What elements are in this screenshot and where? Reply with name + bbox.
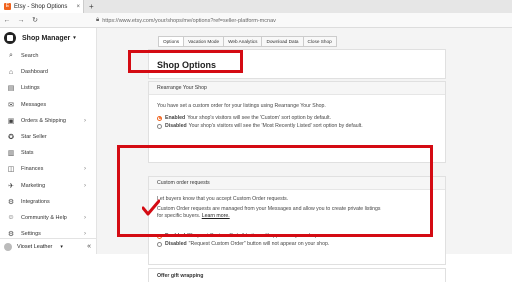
chevron-right-icon: ›	[84, 166, 86, 173]
sidebar-item-label: Orders & Shipping	[21, 117, 66, 124]
new-tab-button[interactable]: +	[89, 2, 94, 11]
shop-manager-title: Shop Manager	[22, 34, 71, 42]
custom-order-highlight-box	[117, 145, 433, 237]
options-tabs: Options Vacation Mode Web Analytics Downloa…	[158, 36, 337, 47]
community-icon: ☺	[7, 214, 15, 222]
stats-icon: ▥	[7, 150, 15, 158]
sidebar-item-label: Stats	[21, 150, 34, 157]
collapse-sidebar-icon[interactable]: «	[87, 243, 91, 250]
reload-button[interactable]: ↻	[28, 16, 42, 24]
browser-navbar: ← → ↻ 🔒︎ https://www.etsy.com/your/shops…	[0, 13, 512, 28]
rearrange-disabled-radio[interactable]	[157, 123, 162, 129]
search-icon: ⌕	[9, 52, 13, 60]
rearrange-enabled-option[interactable]: Enabled Your shop's visitors will see th…	[149, 114, 445, 122]
option-text: Your shop's visitors will see the 'Most …	[188, 123, 363, 129]
chevron-right-icon: ›	[84, 214, 86, 221]
option-label: Enabled	[165, 115, 186, 121]
rearrange-disabled-option[interactable]: Disabled Your shop's visitors will see t…	[149, 122, 445, 130]
sidebar-nav: ⌕ Search ⌂ Dashboard ▤ Listings ✉ Messages ▣ Orde…	[0, 48, 96, 242]
gift-wrapping-section: Offer gift wrapping	[148, 268, 446, 282]
chevron-down-icon: ▾	[73, 35, 76, 41]
lock-icon: 🔒︎	[96, 17, 100, 23]
sidebar-item-community-help[interactable]: ☺ Community & Help ›	[0, 210, 96, 226]
sidebar-item-label: Settings	[21, 231, 41, 238]
checkmark-icon	[142, 199, 160, 216]
dashboard-icon: ⌂	[8, 68, 14, 76]
forward-button[interactable]: →	[14, 17, 28, 24]
sidebar-item-label: Community & Help	[21, 214, 67, 221]
sidebar-item-messages[interactable]: ✉ Messages	[0, 97, 96, 113]
sidebar-item-label: Dashboard	[21, 69, 48, 76]
option-label: Disabled	[165, 123, 187, 129]
sidebar-footer[interactable]: Vioset Leather ▾ «	[0, 238, 97, 254]
sidebar-item-marketing[interactable]: ✈ Marketing ›	[0, 178, 96, 194]
listings-icon: ▤	[7, 85, 15, 93]
sidebar-item-label: Integrations	[21, 198, 50, 205]
option-text: "Request Custom Order" button will not a…	[188, 241, 330, 247]
sidebar-item-search[interactable]: ⌕ Search	[0, 48, 96, 64]
tab-close-shop[interactable]: Close Shop	[303, 36, 337, 47]
shop-name: Vioset Leather	[17, 243, 53, 250]
sidebar-item-label: Star Seller	[21, 134, 47, 141]
avatar	[4, 242, 12, 251]
browser-tab-title: Etsy - Shop Options	[14, 3, 68, 10]
sidebar-item-label: Listings	[21, 85, 40, 92]
option-label: Disabled	[165, 241, 187, 247]
sidebar-item-finances[interactable]: ◫ Finances ›	[0, 161, 96, 177]
sidebar-item-orders-shipping[interactable]: ▣ Orders & Shipping ›	[0, 113, 96, 129]
shop-manager-sidebar: Shop Manager ▾ ⌕ Search ⌂ Dashboard ▤ Listing…	[0, 28, 97, 254]
url-bar[interactable]: 🔒︎ https://www.etsy.com/your/shops/me/op…	[96, 15, 508, 26]
url-text: https://www.etsy.com/your/shops/me/optio…	[102, 17, 276, 24]
integrations-icon: ⚙	[7, 198, 15, 206]
browser-tabstrip: E Etsy - Shop Options × +	[0, 0, 512, 13]
custom-order-disabled-option[interactable]: Disabled "Request Custom Order" button w…	[149, 240, 445, 248]
marketing-icon: ✈	[8, 182, 14, 190]
option-text: Your shop's visitors will see the 'Custo…	[187, 115, 331, 121]
sidebar-item-label: Finances	[21, 166, 44, 173]
custom-order-disabled-radio[interactable]	[157, 241, 162, 247]
settings-icon: ⚙	[7, 231, 15, 239]
sidebar-item-label: Messages	[21, 101, 47, 108]
etsy-favicon-icon: E	[4, 3, 11, 10]
orders-icon: ▣	[7, 117, 15, 125]
sidebar-item-star-seller[interactable]: ✪ Star Seller	[0, 129, 96, 145]
chevron-right-icon: ›	[84, 182, 86, 189]
chevron-down-icon[interactable]: ▾	[60, 244, 63, 250]
star-seller-icon: ✪	[8, 134, 14, 142]
rearrange-enabled-radio[interactable]	[157, 115, 162, 121]
back-button[interactable]: ←	[0, 17, 14, 24]
tab-web-analytics[interactable]: Web Analytics	[224, 36, 263, 47]
shop-manager-logo-icon	[4, 32, 16, 44]
messages-icon: ✉	[8, 101, 14, 109]
browser-tab[interactable]: E Etsy - Shop Options ×	[0, 0, 84, 13]
close-tab-icon[interactable]: ×	[76, 4, 80, 10]
title-highlight-box	[128, 50, 243, 73]
rearrange-heading: Rearrange Your Shop	[149, 82, 445, 95]
rearrange-description: You have set a custom order for your lis…	[157, 103, 326, 109]
tab-download-data[interactable]: Download Data	[262, 36, 304, 47]
sidebar-item-dashboard[interactable]: ⌂ Dashboard	[0, 64, 96, 80]
tab-vacation-mode[interactable]: Vacation Mode	[184, 36, 225, 47]
chevron-right-icon: ›	[84, 231, 86, 238]
sidebar-item-label: Marketing	[21, 182, 46, 189]
sidebar-item-listings[interactable]: ▤ Listings	[0, 80, 96, 96]
chevron-right-icon: ›	[84, 117, 86, 124]
gift-wrapping-heading: Offer gift wrapping	[149, 269, 445, 282]
sidebar-item-integrations[interactable]: ⚙ Integrations	[0, 194, 96, 210]
finances-icon: ◫	[7, 166, 15, 174]
tab-options[interactable]: Options	[158, 36, 185, 47]
shop-manager-header[interactable]: Shop Manager ▾	[0, 28, 96, 48]
sidebar-item-label: Search	[21, 53, 39, 60]
sidebar-item-stats[interactable]: ▥ Stats	[0, 145, 96, 161]
